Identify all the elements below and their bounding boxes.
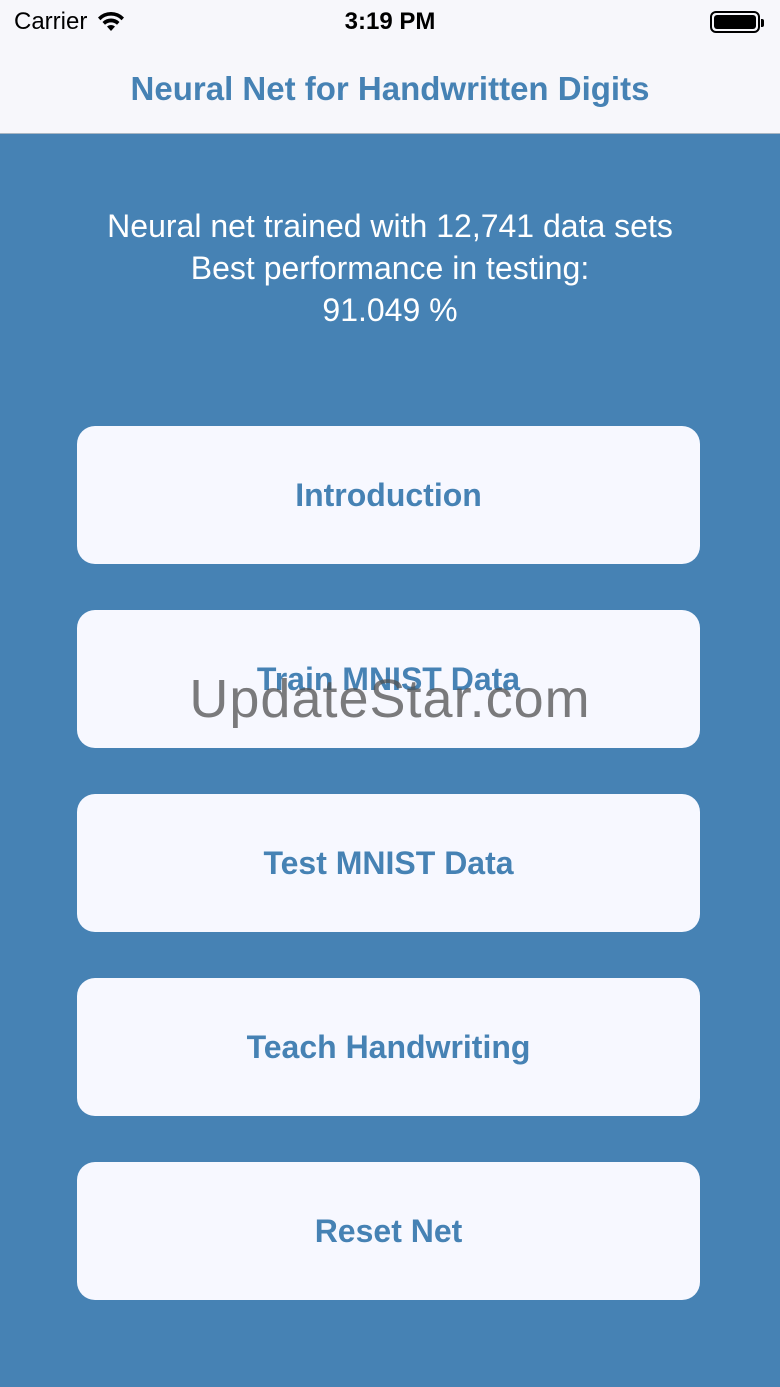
- status-left: Carrier: [14, 8, 125, 36]
- wifi-icon: [98, 11, 125, 31]
- best-performance-label: Best performance in testing:: [190, 250, 590, 286]
- battery-fill: [714, 15, 756, 29]
- train-mnist-data-button[interactable]: Train MNIST Data: [77, 610, 700, 748]
- navigation-bar: Neural Net for Handwritten Digits: [0, 44, 780, 134]
- teach-handwriting-button[interactable]: Teach Handwriting: [77, 978, 700, 1116]
- battery-icon: [710, 11, 764, 33]
- carrier-label: Carrier: [14, 8, 88, 35]
- training-count-text: Neural net trained with 12,741 data sets: [107, 208, 673, 244]
- reset-net-button[interactable]: Reset Net: [77, 1162, 700, 1300]
- best-performance-value: 91.049 %: [322, 292, 458, 328]
- page-title: Neural Net for Handwritten Digits: [130, 69, 650, 107]
- status-bar: Carrier 3:19 PM: [0, 0, 780, 44]
- training-info: Neural net trained with 12,741 data sets…: [0, 205, 780, 331]
- introduction-button[interactable]: Introduction: [77, 426, 700, 564]
- test-mnist-data-button[interactable]: Test MNIST Data: [77, 794, 700, 932]
